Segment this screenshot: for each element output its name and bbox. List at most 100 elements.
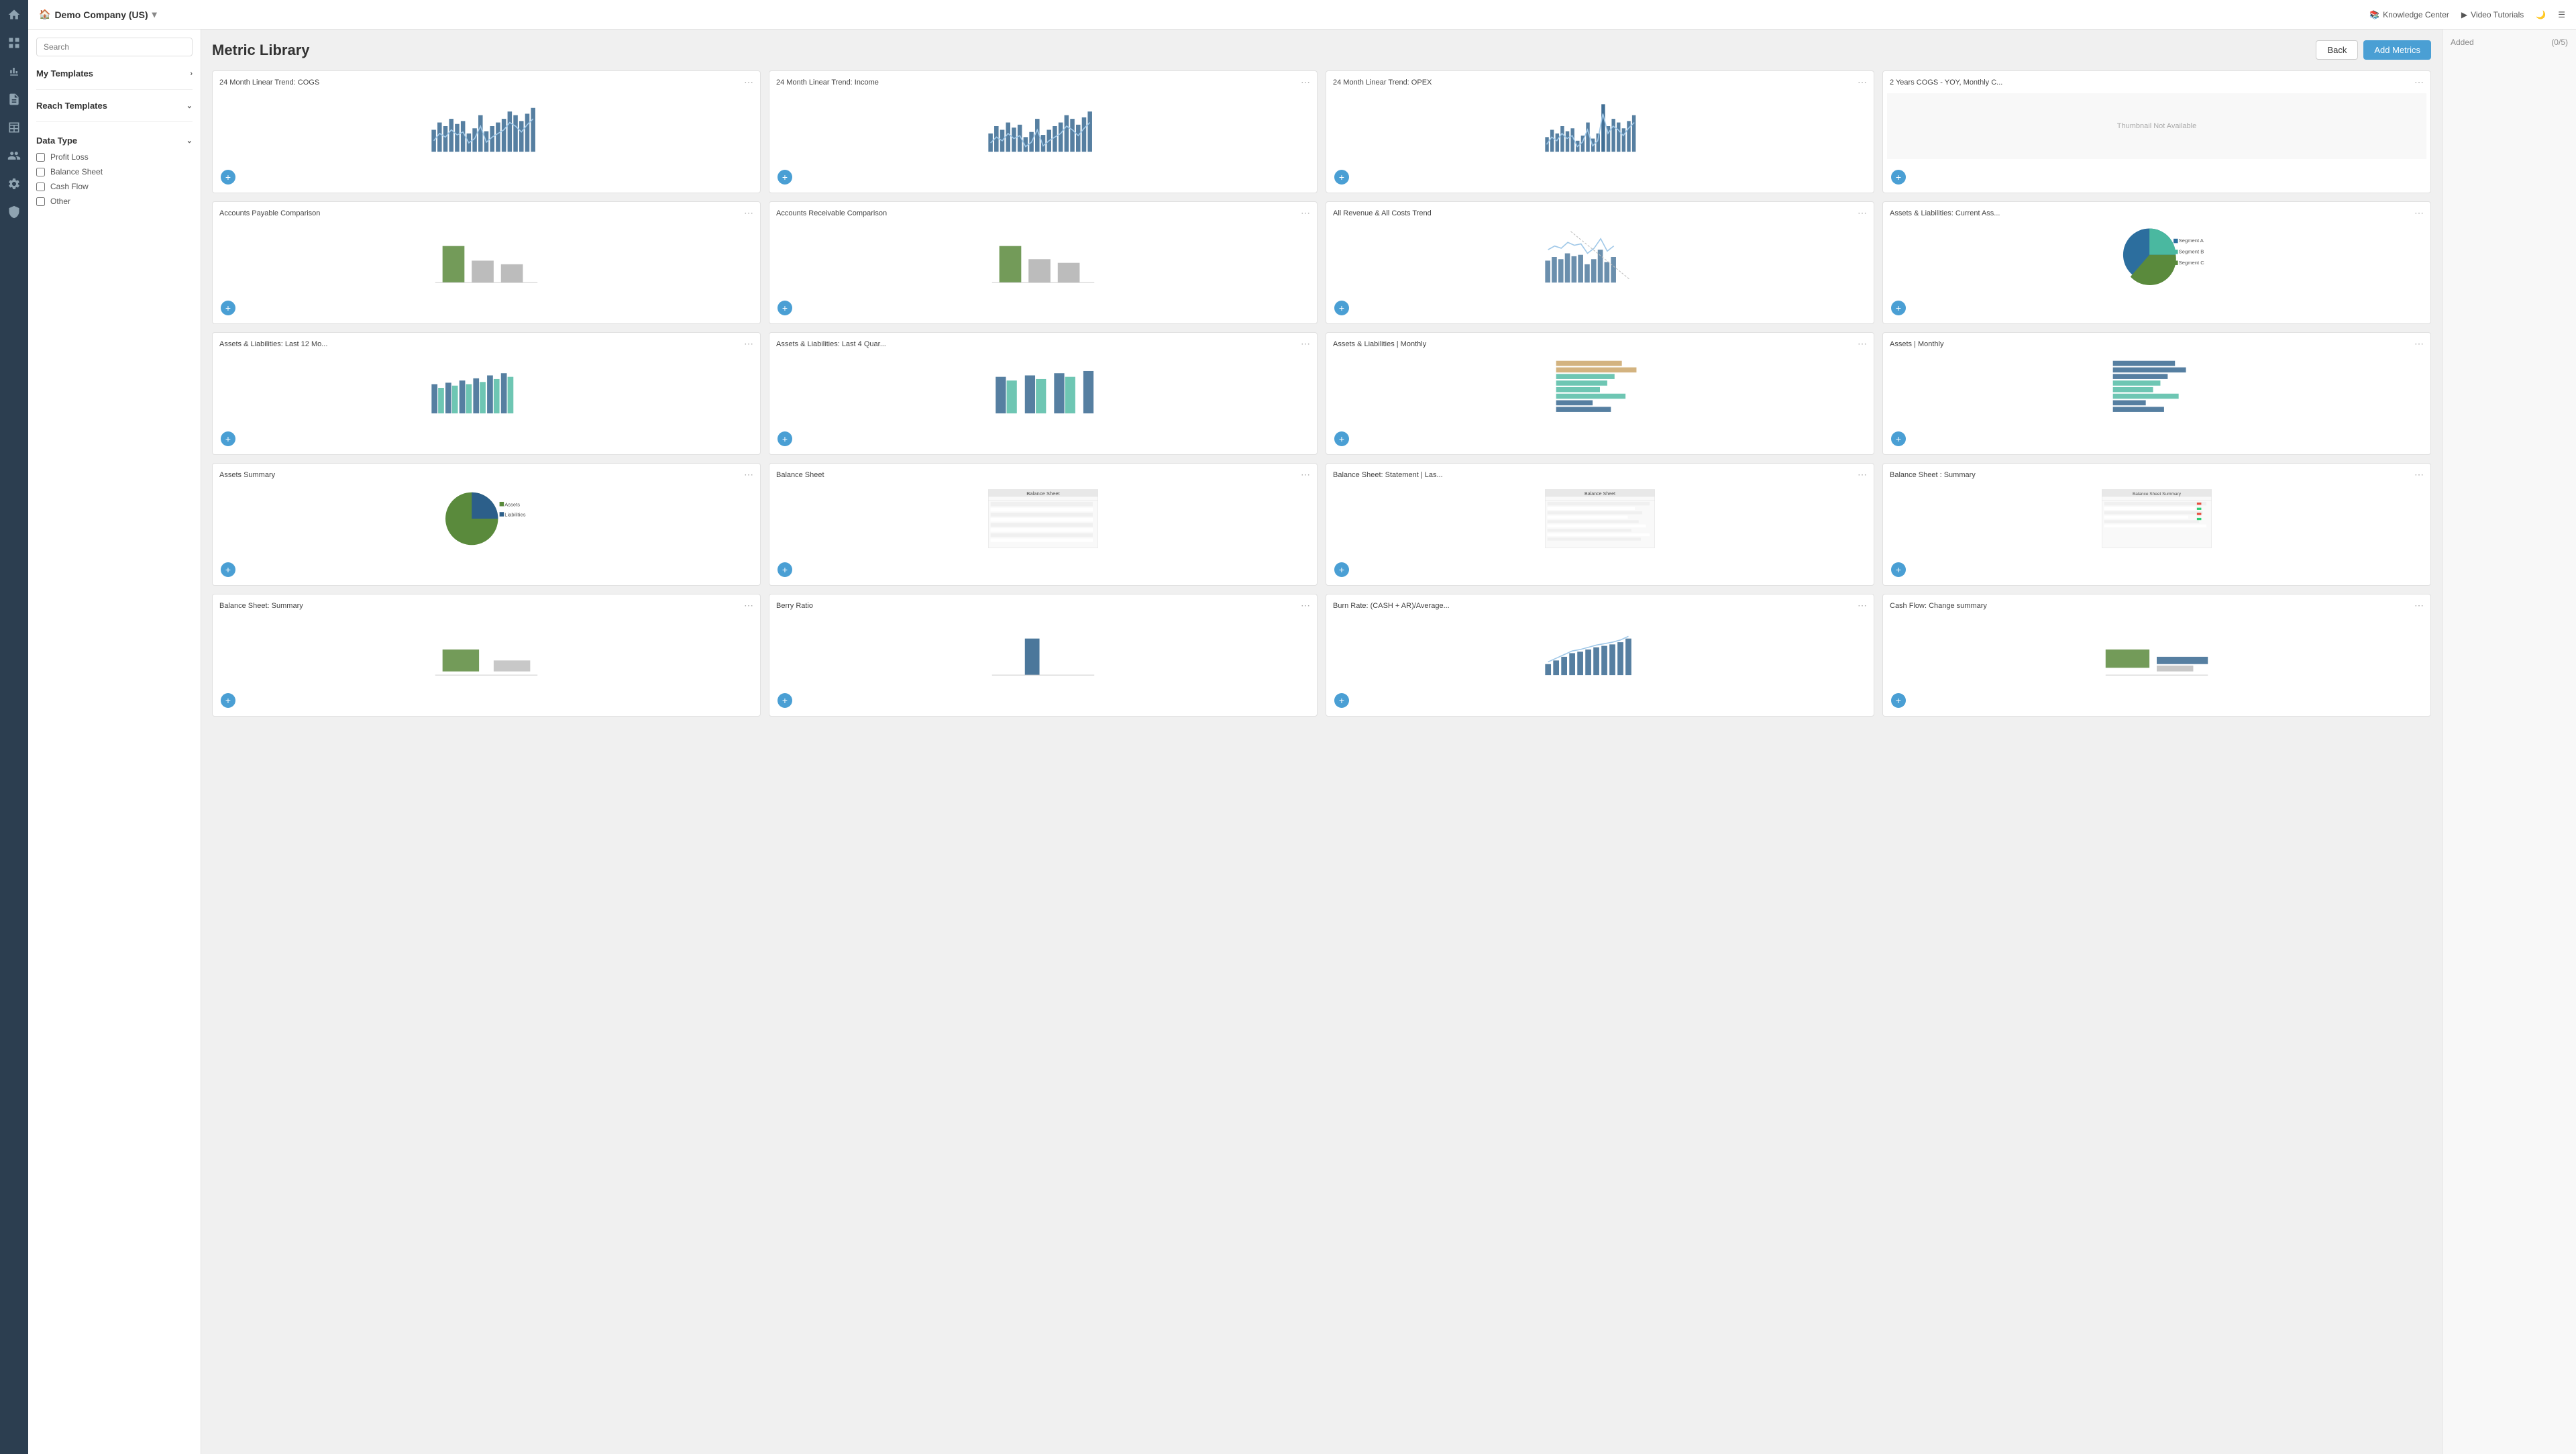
checkbox-balance-sheet[interactable] [36, 168, 45, 176]
metric-card-body-19 [1883, 614, 2430, 688]
add-btn-14[interactable]: + [1334, 562, 1349, 577]
metric-card-header-16: Balance Sheet: Summary ⋯ [213, 594, 760, 614]
add-btn-4[interactable]: + [221, 301, 235, 315]
chart-18 [1330, 617, 1870, 682]
knowledge-center-link[interactable]: 📚 Knowledge Center [2369, 10, 2449, 19]
metric-card-menu-10[interactable]: ⋯ [1858, 338, 1867, 350]
add-btn-9[interactable]: + [777, 431, 792, 446]
metric-card-menu-17[interactable]: ⋯ [1301, 600, 1310, 611]
metric-card-menu-11[interactable]: ⋯ [2414, 338, 2424, 350]
chart-14: Balance Sheet [1330, 486, 1870, 552]
metric-card-menu-14[interactable]: ⋯ [1858, 469, 1867, 480]
chart-8 [217, 355, 756, 421]
sidebar-icon-grid[interactable] [6, 35, 22, 51]
metric-card-menu-7[interactable]: ⋯ [2414, 207, 2424, 219]
add-btn-11[interactable]: + [1891, 431, 1906, 446]
sidebar-icon-users[interactable] [6, 148, 22, 164]
metric-card-menu-15[interactable]: ⋯ [2414, 469, 2424, 480]
metric-card-menu-3[interactable]: ⋯ [2414, 76, 2424, 88]
metric-card-menu-19[interactable]: ⋯ [2414, 600, 2424, 611]
add-btn-2[interactable]: + [1334, 170, 1349, 185]
add-btn-10[interactable]: + [1334, 431, 1349, 446]
add-btn-0[interactable]: + [221, 170, 235, 185]
metric-card-3: 2 Years COGS - YOY, Monthly C... ⋯ Thumb… [1882, 70, 2431, 193]
add-btn-13[interactable]: + [777, 562, 792, 577]
metric-card-footer-0: + [213, 164, 760, 193]
video-tutorials-label: Video Tutorials [2471, 10, 2524, 19]
add-btn-16[interactable]: + [221, 693, 235, 708]
add-btn-1[interactable]: + [777, 170, 792, 185]
company-dropdown-icon[interactable]: ▾ [152, 9, 157, 20]
checkbox-cash-flow[interactable] [36, 183, 45, 191]
add-btn-3[interactable]: + [1891, 170, 1906, 185]
add-btn-12[interactable]: + [221, 562, 235, 577]
metric-card-menu-8[interactable]: ⋯ [744, 338, 753, 350]
metric-card-body-6 [1326, 221, 1874, 295]
metric-card-header-13: Balance Sheet ⋯ [769, 464, 1317, 483]
metric-card-title-7: Assets & Liabilities: Current Ass... [1890, 209, 2000, 217]
metric-card-menu-1[interactable]: ⋯ [1301, 76, 1310, 88]
data-type-header[interactable]: Data Type ⌄ [36, 132, 193, 150]
video-tutorials-link[interactable]: ▶ Video Tutorials [2461, 10, 2524, 19]
metric-card-menu-9[interactable]: ⋯ [1301, 338, 1310, 350]
metric-card-header-9: Assets & Liabilities: Last 4 Quar... ⋯ [769, 333, 1317, 352]
metric-card-menu-0[interactable]: ⋯ [744, 76, 753, 88]
chart-13: Balance Sheet [773, 486, 1313, 552]
metric-card-menu-2[interactable]: ⋯ [1858, 76, 1867, 88]
add-btn-15[interactable]: + [1891, 562, 1906, 577]
filter-other[interactable]: Other [36, 194, 193, 209]
filter-balance-sheet[interactable]: Balance Sheet [36, 164, 193, 179]
metric-card-menu-5[interactable]: ⋯ [1301, 207, 1310, 219]
data-type-chevron: ⌄ [186, 136, 193, 145]
sidebar-icon-chart[interactable] [6, 63, 22, 79]
sidebar-icon-table[interactable] [6, 119, 22, 136]
reach-templates-chevron: ⌄ [186, 101, 193, 110]
metric-card-menu-18[interactable]: ⋯ [1858, 600, 1867, 611]
video-icon: ▶ [2461, 10, 2467, 19]
filter-cash-flow[interactable]: Cash Flow [36, 179, 193, 194]
chart-2 [1330, 93, 1870, 159]
sidebar-icon-shield[interactable] [6, 204, 22, 220]
add-metrics-button[interactable]: Add Metrics [2363, 40, 2431, 60]
checkbox-other[interactable] [36, 197, 45, 206]
hamburger-menu[interactable]: ☰ [2558, 10, 2565, 19]
added-label: Added [2451, 38, 2474, 47]
add-btn-7[interactable]: + [1891, 301, 1906, 315]
checkbox-profit-loss[interactable] [36, 153, 45, 162]
add-btn-6[interactable]: + [1334, 301, 1349, 315]
add-btn-17[interactable]: + [777, 693, 792, 708]
metric-card-menu-4[interactable]: ⋯ [744, 207, 753, 219]
metric-card-10: Assets & Liabilities | Monthly ⋯ [1326, 332, 1874, 455]
search-input[interactable] [36, 38, 193, 56]
metric-card-header-5: Accounts Receivable Comparison ⋯ [769, 202, 1317, 221]
add-btn-8[interactable]: + [221, 431, 235, 446]
metric-card-menu-6[interactable]: ⋯ [1858, 207, 1867, 219]
add-btn-18[interactable]: + [1334, 693, 1349, 708]
dark-mode-toggle[interactable]: 🌙 [2536, 10, 2546, 19]
reach-templates-header[interactable]: Reach Templates ⌄ [36, 97, 193, 115]
sidebar-icon-document[interactable] [6, 91, 22, 107]
add-btn-19[interactable]: + [1891, 693, 1906, 708]
svg-text:Segment C: Segment C [2179, 260, 2205, 266]
metric-card-menu-12[interactable]: ⋯ [744, 469, 753, 480]
sidebar-icon-home[interactable] [6, 7, 22, 23]
my-templates-header[interactable]: My Templates › [36, 64, 193, 83]
metric-card-footer-7: + [1883, 295, 2430, 323]
metric-card-18: Burn Rate: (CASH + AR)/Average... ⋯ [1326, 594, 1874, 717]
chart-17 [773, 617, 1313, 682]
filter-profit-loss[interactable]: Profit Loss [36, 150, 193, 164]
metric-card-header-14: Balance Sheet: Statement | Las... ⋯ [1326, 464, 1874, 483]
chart-15: Balance Sheet Summary [1887, 486, 2426, 552]
topbar: 🏠 Demo Company (US) ▾ 📚 Knowledge Center… [28, 0, 2576, 30]
back-button[interactable]: Back [2316, 40, 2358, 60]
metric-card-menu-16[interactable]: ⋯ [744, 600, 753, 611]
metric-card-16: Balance Sheet: Summary ⋯ + [212, 594, 761, 717]
chart-19 [1887, 617, 2426, 682]
company-name: Demo Company (US) [54, 9, 148, 20]
metric-card-body-13: Balance Sheet [769, 483, 1317, 557]
sidebar-icon-gear[interactable] [6, 176, 22, 192]
add-btn-5[interactable]: + [777, 301, 792, 315]
metric-card-menu-13[interactable]: ⋯ [1301, 469, 1310, 480]
metric-card-title-8: Assets & Liabilities: Last 12 Mo... [219, 340, 327, 348]
metric-card-body-15: Balance Sheet Summary [1883, 483, 2430, 557]
